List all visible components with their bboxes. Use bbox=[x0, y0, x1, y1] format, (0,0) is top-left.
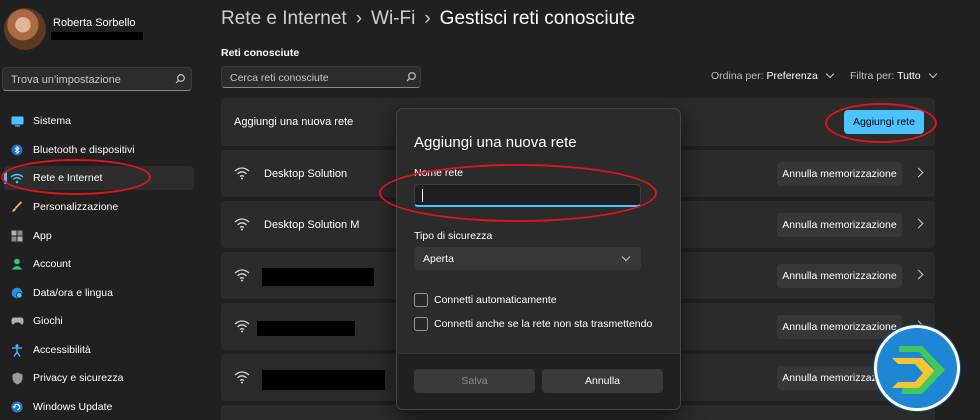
forget-network-button[interactable]: Annulla memorizzazione bbox=[777, 162, 902, 186]
sidebar-item-label: Privacy e sicurezza bbox=[33, 372, 124, 384]
search-icon[interactable] bbox=[405, 71, 417, 83]
forget-network-button[interactable]: Annulla memorizzazione bbox=[777, 264, 902, 288]
chevron-down-icon bbox=[928, 69, 937, 79]
update-icon bbox=[10, 400, 24, 414]
wifi-icon bbox=[234, 167, 250, 180]
sidebar-item-giochi[interactable]: Giochi bbox=[4, 309, 194, 333]
known-networks-search-input[interactable]: Cerca reti conosciute bbox=[221, 66, 421, 88]
wifi-icon bbox=[234, 269, 250, 282]
filter-dropdown[interactable]: Filtra per: Tutto bbox=[850, 69, 937, 82]
sidebar-item-label: Bluetooth e dispositivi bbox=[33, 144, 135, 156]
chevron-down-icon bbox=[621, 252, 631, 262]
monitor-icon bbox=[10, 114, 24, 128]
forget-network-button[interactable]: Annulla memorizzazione bbox=[777, 213, 902, 237]
network-name: Desktop Solution bbox=[264, 168, 348, 180]
sort-label: Ordina per: bbox=[711, 70, 764, 82]
shield-icon bbox=[10, 371, 24, 385]
page-title: Gestisci reti conosciute bbox=[439, 8, 636, 29]
chevron-down-icon bbox=[825, 69, 834, 79]
redacted-network-name bbox=[257, 321, 355, 336]
add-network-label: Aggiungi una nuova rete bbox=[234, 116, 354, 128]
chevron-right-icon[interactable] bbox=[913, 167, 924, 178]
sort-dropdown[interactable]: Ordina per: Preferenza bbox=[711, 69, 834, 82]
cancel-button[interactable]: Annulla bbox=[542, 369, 663, 393]
gamepad-icon bbox=[10, 314, 24, 328]
security-type-select[interactable]: Aperta bbox=[414, 247, 641, 270]
sidebar-item-rete-internet[interactable]: Rete e Internet bbox=[4, 166, 194, 190]
filter-value: Tutto bbox=[897, 70, 921, 82]
sidebar-item-personalizzazione[interactable]: Personalizzazione bbox=[4, 195, 194, 219]
add-network-button[interactable]: Aggiungi rete bbox=[844, 110, 924, 134]
sidebar-item-sistema[interactable]: Sistema bbox=[4, 109, 194, 133]
security-type-value: Aperta bbox=[423, 253, 454, 265]
settings-search-input[interactable]: Trova un'impostazione bbox=[2, 67, 192, 91]
sidebar-item-account[interactable]: Account bbox=[4, 252, 194, 276]
hidden-network-checkbox[interactable] bbox=[414, 317, 428, 331]
brush-icon bbox=[10, 200, 24, 214]
sidebar-item-windows-update[interactable]: Windows Update bbox=[4, 395, 194, 419]
network-name-label: Nome rete bbox=[414, 167, 464, 179]
wifi-icon bbox=[234, 320, 250, 333]
accessibility-icon bbox=[10, 343, 24, 357]
network-icon bbox=[10, 171, 24, 185]
security-type-label: Tipo di sicurezza bbox=[414, 230, 493, 242]
auto-connect-label[interactable]: Connetti automaticamente bbox=[434, 294, 557, 306]
redacted-network-name bbox=[262, 370, 385, 390]
section-label: Reti conosciute bbox=[221, 47, 300, 59]
sidebar-item-label: Personalizzazione bbox=[33, 201, 119, 213]
redacted-email bbox=[51, 32, 143, 40]
redacted-network-name bbox=[262, 268, 374, 286]
sidebar-item-label: Account bbox=[33, 258, 71, 270]
sidebar-item-accessibilita[interactable]: Accessibilità bbox=[4, 338, 194, 362]
breadcrumb-rete-internet[interactable]: Rete e Internet bbox=[221, 8, 347, 29]
sidebar-item-app[interactable]: App bbox=[4, 224, 194, 248]
network-name-input[interactable] bbox=[414, 184, 641, 207]
wifi-icon bbox=[234, 371, 250, 384]
wifi-icon bbox=[234, 218, 250, 231]
globe-clock-icon bbox=[10, 286, 24, 300]
brand-logo bbox=[874, 325, 960, 411]
avatar[interactable] bbox=[4, 8, 46, 50]
dialog-title: Aggiungi una nuova rete bbox=[414, 134, 577, 151]
filter-label: Filtra per: bbox=[850, 70, 895, 82]
chevron-right-icon[interactable] bbox=[913, 269, 924, 280]
logo-mark-icon bbox=[892, 346, 945, 394]
sidebar-item-label: Accessibilità bbox=[33, 344, 91, 356]
network-name: Desktop Solution M bbox=[264, 219, 360, 231]
breadcrumb-wifi[interactable]: Wi-Fi bbox=[371, 8, 415, 29]
auto-connect-checkbox[interactable] bbox=[414, 293, 428, 307]
known-networks-search-placeholder: Cerca reti conosciute bbox=[230, 72, 329, 84]
add-network-dialog: Aggiungi una nuova rete Nome rete Tipo d… bbox=[396, 108, 681, 410]
sidebar-item-label: Giochi bbox=[33, 315, 63, 327]
sidebar-item-label: App bbox=[33, 230, 52, 242]
active-indicator bbox=[4, 172, 7, 184]
text-caret bbox=[422, 189, 423, 202]
chevron-right-icon[interactable] bbox=[913, 218, 924, 229]
sort-value: Preferenza bbox=[766, 70, 818, 82]
apps-icon bbox=[10, 229, 24, 243]
breadcrumb-separator: › bbox=[355, 8, 363, 29]
user-name: Roberta Sorbello bbox=[53, 17, 136, 29]
sidebar-item-label: Data/ora e lingua bbox=[33, 287, 113, 299]
settings-search-placeholder: Trova un'impostazione bbox=[11, 74, 121, 86]
sidebar-item-label: Rete e Internet bbox=[33, 172, 103, 184]
sidebar-item-privacy-sicurezza[interactable]: Privacy e sicurezza bbox=[4, 366, 194, 390]
sidebar-item-data-ora-lingua[interactable]: Data/ora e lingua bbox=[4, 281, 194, 305]
breadcrumb: Rete e Internet › Wi-Fi › Gestisci reti cono… bbox=[221, 8, 635, 30]
account-icon bbox=[10, 257, 24, 271]
save-button[interactable]: Salva bbox=[414, 369, 535, 393]
sidebar: Roberta Sorbello Trova un'impostazione S… bbox=[0, 0, 200, 420]
dialog-footer: Salva Annulla bbox=[397, 353, 680, 409]
search-icon[interactable] bbox=[174, 73, 186, 85]
bluetooth-icon bbox=[10, 143, 24, 157]
sidebar-item-bluetooth[interactable]: Bluetooth e dispositivi bbox=[4, 138, 194, 162]
breadcrumb-separator: › bbox=[424, 8, 431, 29]
sidebar-item-label: Sistema bbox=[33, 115, 71, 127]
sidebar-item-label: Windows Update bbox=[33, 401, 113, 413]
hidden-network-label[interactable]: Connetti anche se la rete non sta trasme… bbox=[434, 318, 652, 330]
